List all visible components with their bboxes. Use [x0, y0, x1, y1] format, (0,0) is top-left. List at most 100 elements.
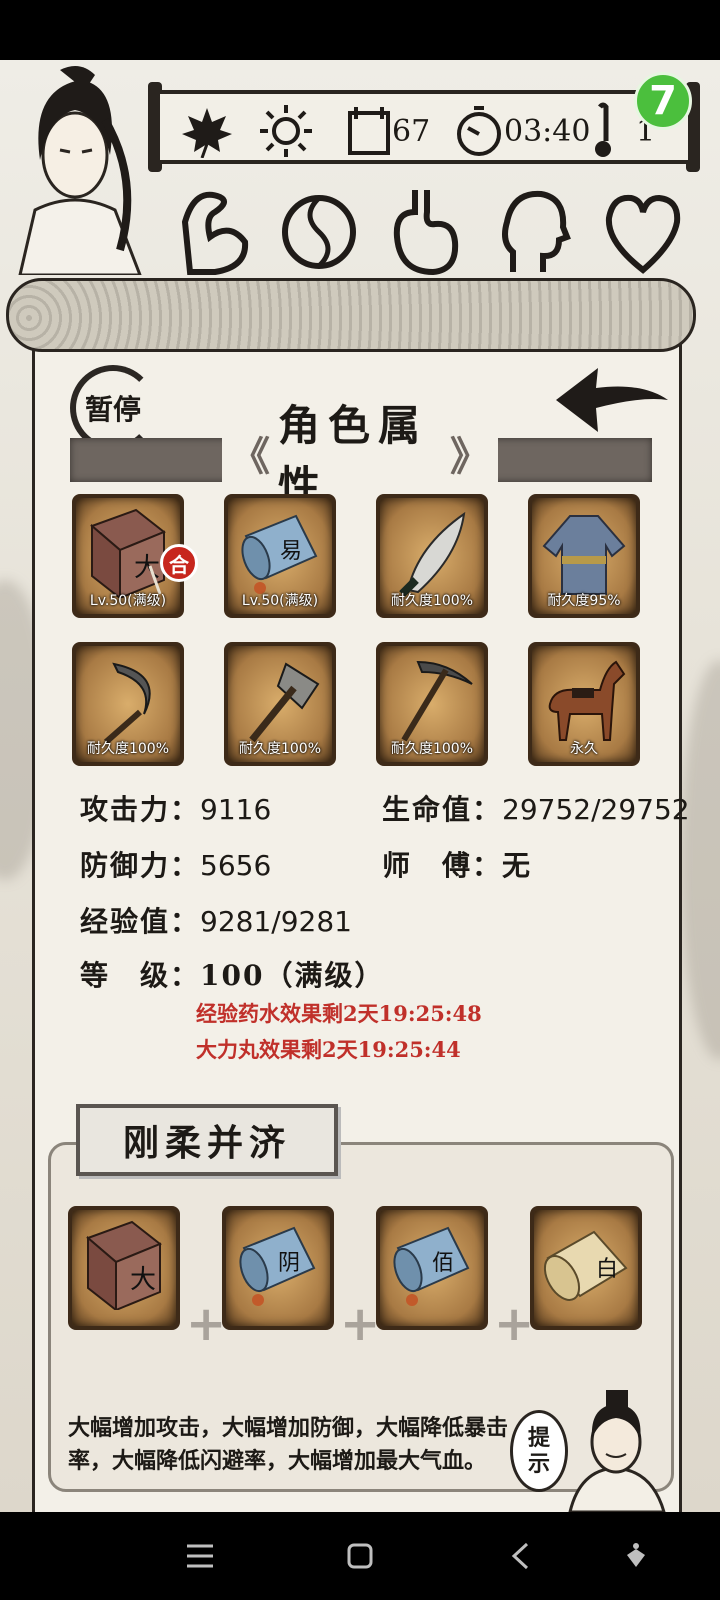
menu-icon: [187, 1544, 213, 1568]
stat-exp: 经验值：9281/9281: [80, 900, 352, 940]
plus-sign: +: [186, 1296, 227, 1352]
bamboo-scroll-icon: 白: [543, 1230, 628, 1301]
assistant-button[interactable]: [612, 1532, 660, 1580]
equipment-slot-sickle[interactable]: 耐久度100%: [72, 642, 184, 766]
stat-level: 等 级：100（满级）: [80, 954, 384, 994]
chevron-left-icon: [511, 1542, 529, 1570]
panel-title: 《 角色属性 》: [222, 401, 498, 511]
hint-char: 示: [527, 1451, 550, 1477]
stomach-icon[interactable]: [385, 182, 465, 282]
background-mist: [680, 660, 720, 1060]
buff-exp-potion: 经验药水效果剩2天19:25:48: [196, 1001, 482, 1026]
plus-sign: +: [494, 1296, 535, 1352]
combo-item[interactable]: 佰: [376, 1206, 488, 1330]
slot-label: 耐久度100%: [86, 741, 170, 757]
home-button[interactable]: [336, 1532, 384, 1580]
combo-item[interactable]: 阴: [222, 1206, 334, 1330]
slot-label: 耐久度100%: [390, 741, 474, 757]
sickle-icon: [104, 662, 151, 745]
calendar-icon: [348, 107, 390, 155]
axe-icon: [249, 662, 320, 743]
pickaxe-icon: [401, 660, 473, 742]
day-count: 67: [392, 113, 431, 149]
robe-icon: [542, 515, 626, 595]
slot-label: 耐久度100%: [390, 593, 474, 609]
notification-badge[interactable]: 7: [634, 72, 692, 130]
panel-scroll-header: [6, 278, 696, 352]
scroll-glyph: 白: [596, 1257, 618, 1282]
scroll-glyph: 佰: [432, 1251, 454, 1276]
assistant-icon: [627, 1543, 645, 1567]
slot-label: Lv.50(满级): [89, 593, 167, 609]
blade-icon: [399, 511, 466, 597]
combine-badge[interactable]: 合: [160, 544, 198, 582]
slot-label: 耐久度95%: [547, 593, 621, 609]
body-attributes: [175, 182, 695, 282]
thermometer-icon: [595, 102, 611, 157]
equipment-slot-scroll[interactable]: 易 Lv.50(满级): [224, 494, 336, 618]
heart-icon[interactable]: [603, 182, 683, 282]
stat-value: 29752/29752: [502, 793, 690, 826]
back-arrow-icon[interactable]: [552, 360, 672, 440]
square-icon: [347, 1543, 373, 1569]
head-icon[interactable]: [493, 182, 573, 282]
sun-icon: [256, 94, 316, 168]
slot-label: Lv.50(满级): [241, 593, 319, 609]
combo-title: 刚柔并济: [76, 1104, 338, 1176]
system-nav-bar: [0, 1512, 720, 1600]
slot-label: 永久: [570, 741, 598, 757]
stat-label: 等 级：: [80, 959, 201, 992]
equipment-slot-pickaxe[interactable]: 耐久度100%: [376, 642, 488, 766]
equipment-slot-mount[interactable]: 永久: [528, 642, 640, 766]
combo-item[interactable]: 白: [530, 1206, 642, 1330]
equipment-slot-armor[interactable]: 耐久度95%: [528, 494, 640, 618]
status-bar: [0, 0, 720, 60]
stat-label: 攻击力：: [80, 793, 201, 826]
stat-label: 生命值：: [382, 793, 503, 826]
npc-advisor: [568, 1390, 666, 1512]
book-icon: 大: [86, 1220, 162, 1310]
book-glyph: 大: [130, 1265, 156, 1295]
clock-icon: [457, 106, 501, 156]
combo-item[interactable]: 大: [68, 1206, 180, 1330]
stat-value: 9281/9281: [200, 905, 352, 938]
yin-yang-icon[interactable]: [279, 182, 359, 282]
scroll-glyph: 阴: [278, 1251, 300, 1276]
horse-icon: [548, 660, 626, 741]
pause-label: 暂停: [84, 393, 141, 426]
stat-hp: 生命值：29752/29752: [382, 788, 690, 828]
hint-char: 提: [527, 1425, 550, 1451]
status-scroll: 67 03:40 1: [148, 82, 700, 172]
stat-label: 师 傅：: [382, 849, 503, 882]
title-left-chevron: 《: [230, 433, 270, 480]
game-clock: 03:40: [454, 94, 590, 168]
buff-strength-pill: 大力丸效果剩2天19:25:44: [196, 1037, 461, 1062]
scroll-glyph: 易: [280, 539, 302, 564]
combo-description: 大幅增加攻击，大幅增加防御，大幅降低暴击率，大幅降低闪避率，大幅增加最大气血。: [68, 1415, 509, 1474]
game-screen: 67 03:40 1 7 暂停 《 角色属性 》 大 Lv.50(满级) 合 易…: [0, 60, 720, 1512]
stat-master: 师 傅：无: [382, 844, 532, 884]
stat-label: 经验值：: [80, 905, 201, 938]
calendar-day: 67: [346, 94, 430, 168]
stat-attack: 攻击力：9116: [80, 788, 271, 828]
equipment-slot-axe[interactable]: 耐久度100%: [224, 642, 336, 766]
plus-sign: +: [340, 1296, 381, 1352]
stat-value: 无: [502, 849, 533, 882]
book-icon: 大: [90, 508, 166, 598]
status-sheet: 67 03:40 1: [160, 90, 688, 164]
muscle-icon[interactable]: [175, 182, 255, 282]
scroll-icon: 阴: [239, 1226, 316, 1306]
stat-label: 防御力：: [80, 849, 201, 882]
title-right-chevron: 》: [450, 433, 490, 480]
stat-defense: 防御力：5656: [80, 844, 271, 884]
stat-value: 9116: [200, 793, 272, 826]
character-avatar[interactable]: [0, 60, 150, 275]
equipment-slot-weapon[interactable]: 耐久度100%: [376, 494, 488, 618]
time-display: 03:40: [504, 113, 591, 149]
recent-apps-button[interactable]: [176, 1532, 224, 1580]
slot-label: 耐久度100%: [238, 741, 322, 757]
system-back-button[interactable]: [496, 1532, 544, 1580]
stat-value: 100（满级）: [200, 959, 385, 992]
scroll-icon: 易: [241, 514, 318, 594]
stat-value: 5656: [200, 849, 272, 882]
